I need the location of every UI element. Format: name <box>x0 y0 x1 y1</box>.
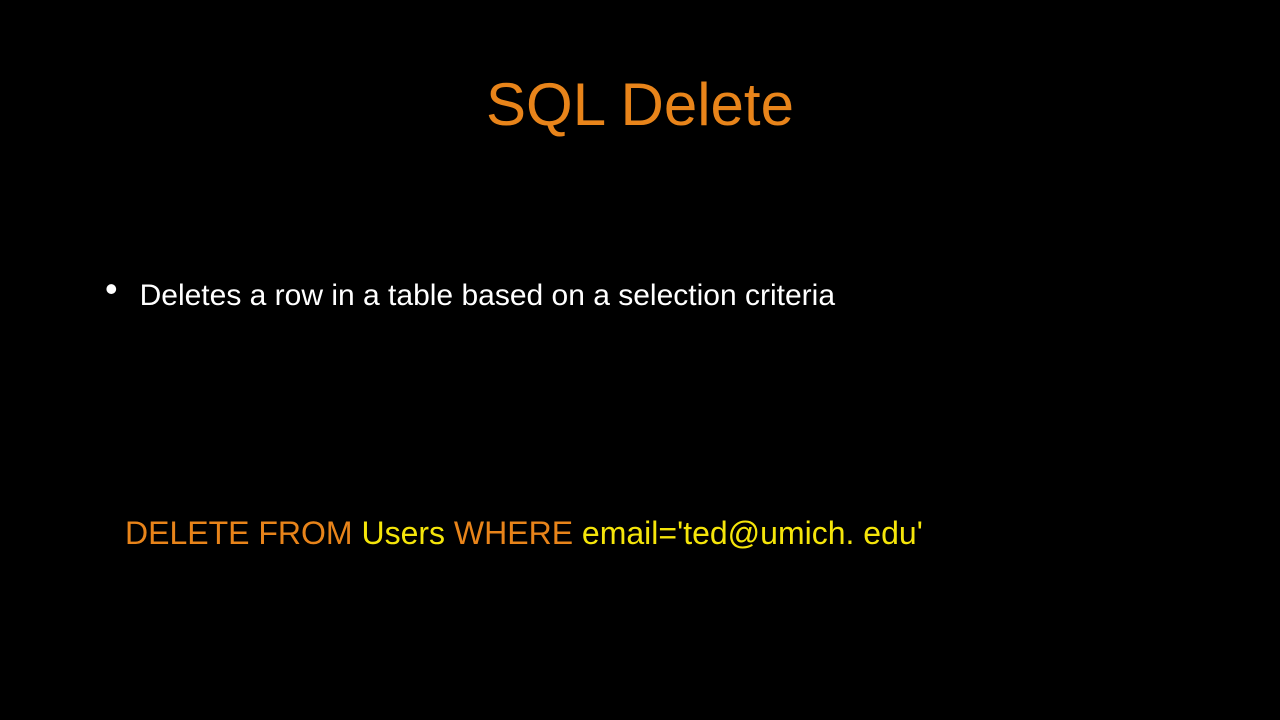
code-identifier-condition: email='ted@umich. edu' <box>582 515 923 551</box>
slide-container: SQL Delete • Deletes a row in a table ba… <box>0 0 1280 720</box>
bullet-text: Deletes a row in a table based on a sele… <box>140 279 835 313</box>
code-keyword-where: WHERE <box>454 515 582 551</box>
bullet-dot-icon: • <box>105 271 118 307</box>
code-identifier-table: Users <box>361 515 453 551</box>
bullet-list: • Deletes a row in a table based on a se… <box>105 275 835 313</box>
slide-title: SQL Delete <box>0 0 1280 139</box>
bullet-item: • Deletes a row in a table based on a se… <box>105 275 835 313</box>
code-example: DELETE FROM Users WHERE email='ted@umich… <box>125 515 923 552</box>
code-keyword-delete-from: DELETE FROM <box>125 515 361 551</box>
